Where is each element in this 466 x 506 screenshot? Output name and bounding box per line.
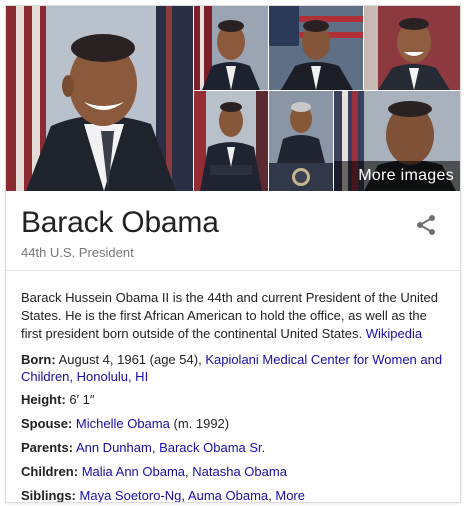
photo-3[interactable]	[269, 6, 363, 90]
fact-children: Children: Malia Ann Obama, Natasha Obama	[21, 464, 287, 479]
photo-4[interactable]	[364, 6, 460, 90]
spouse-link[interactable]: Michelle Obama	[76, 416, 170, 431]
parent-link[interactable]: Ann Dunham	[76, 440, 152, 455]
fact-siblings: Siblings: Maya Soetoro-Ng, Auma Obama, M…	[21, 488, 305, 503]
fact-value: August 4, 1961 (age 54),	[58, 352, 202, 367]
wikipedia-link[interactable]: Wikipedia	[366, 326, 422, 341]
sibling-link[interactable]: Maya Soetoro-Ng	[80, 488, 182, 502]
fact-value: (m. 1992)	[173, 416, 230, 431]
more-images-tile[interactable]: More images	[334, 91, 460, 191]
fact-label: Siblings:	[21, 488, 76, 503]
image-grid: More images	[6, 6, 460, 191]
fact-label: Spouse:	[21, 416, 73, 431]
more-siblings-link[interactable]: More	[275, 488, 305, 502]
fact-label: Children:	[21, 464, 79, 479]
photo-6[interactable]	[269, 91, 333, 191]
fact-parents: Parents: Ann Dunham, Barack Obama Sr.	[21, 440, 266, 455]
fact-spouse: Spouse: Michelle Obama (m. 1992)	[21, 415, 451, 432]
more-images-label: More images	[334, 161, 460, 191]
child-link[interactable]: Natasha Obama	[192, 464, 287, 479]
fact-born: Born: August 4, 1961 (age 54), Kapiolani…	[21, 351, 451, 385]
knowledge-panel: More images Barack Obama 44th U.S. Presi…	[5, 5, 461, 503]
entity-subtitle: 44th U.S. President	[21, 245, 134, 260]
fact-height: Height: 6′ 1″	[21, 391, 451, 408]
photo-2[interactable]	[194, 6, 268, 90]
fact-label: Parents:	[21, 440, 74, 455]
entity-name: Barack Obama	[21, 206, 219, 239]
fact-label: Born:	[21, 352, 56, 367]
description: Barack Hussein Obama II is the 44th and …	[21, 289, 451, 343]
fact-label: Height:	[21, 392, 66, 407]
main-photo[interactable]	[6, 6, 193, 191]
title-block: Barack Obama 44th U.S. President	[6, 191, 460, 271]
photo-5[interactable]	[194, 91, 268, 191]
child-link[interactable]: Malia Ann Obama	[82, 464, 185, 479]
share-icon[interactable]	[414, 213, 438, 237]
parent-link[interactable]: Barack Obama Sr.	[159, 440, 265, 455]
fact-value: 6′ 1″	[69, 392, 95, 407]
sibling-link[interactable]: Auma Obama	[188, 488, 268, 502]
